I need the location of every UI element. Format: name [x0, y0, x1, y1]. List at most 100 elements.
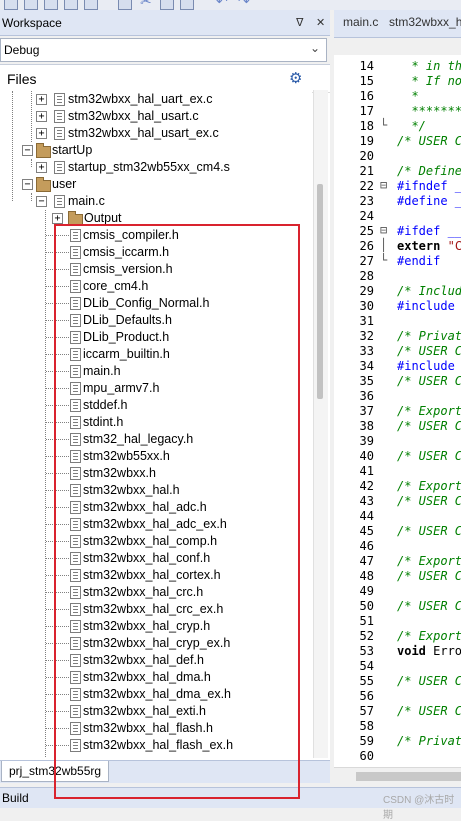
tree-file-item[interactable]: + startup_stm32wb55xx_cm4.s	[0, 159, 312, 176]
code-line: /* Privat	[397, 329, 461, 343]
fold-marker-icon[interactable]: └	[380, 253, 387, 267]
tree-file-item[interactable]: stm32wbxx_hal_exti.h	[0, 703, 312, 720]
tree-file-item[interactable]: + stm32wbxx_hal_usart_ex.c	[0, 125, 312, 142]
tree-file-item[interactable]: stm32wbxx_hal_conf.h	[0, 550, 312, 567]
watermark: CSDN @沐古时期	[383, 795, 455, 821]
tree-file-item[interactable]: stm32wbxx_hal_def.h	[0, 652, 312, 669]
scrollbar-thumb[interactable]	[317, 184, 323, 399]
tree-file-item[interactable]: DLib_Product.h	[0, 329, 312, 346]
line-number: 31	[359, 314, 374, 328]
code-editor[interactable]: 14 * in th 15 * If no 16 * 17 ******* 18 */ 1…	[334, 55, 461, 767]
tree-folder-item[interactable]: − startUp	[0, 142, 312, 159]
code-line: void Erro	[397, 644, 461, 658]
tree-file-item[interactable]: stm32wb55xx.h	[0, 448, 312, 465]
configuration-select[interactable]: Debug ⌄	[0, 38, 327, 62]
tree-file-item[interactable]: stm32wbxx_hal_cortex.h	[0, 567, 312, 584]
tree-file-item[interactable]: stm32wbxx_hal_adc_ex.h	[0, 516, 312, 533]
file-icon	[70, 552, 81, 565]
tree-file-item[interactable]: stm32wbxx_hal_cryp.h	[0, 618, 312, 635]
tree-file-item[interactable]: stm32wbxx_hal_flash.h	[0, 720, 312, 737]
gear-icon[interactable]: ⚙	[289, 69, 302, 87]
print-icon[interactable]	[118, 0, 132, 10]
file-icon	[70, 314, 81, 327]
expand-icon[interactable]: +	[52, 213, 63, 224]
tree-file-item[interactable]: stm32wbxx_hal_crc_ex.h	[0, 601, 312, 618]
tree-file-item[interactable]: − main.c	[0, 193, 312, 210]
line-number: 21	[359, 164, 374, 178]
tree-scrollbar[interactable]	[313, 90, 328, 758]
tree-file-item[interactable]: + stm32wbxx_hal_usart.c	[0, 108, 312, 125]
tab-project[interactable]: prj_stm32wb55rg	[1, 761, 110, 782]
file-icon	[70, 263, 81, 276]
collapse-icon[interactable]: −	[36, 196, 47, 207]
editor-hscrollbar[interactable]	[334, 767, 461, 786]
tree-file-item[interactable]: stm32wbxx.h	[0, 465, 312, 482]
copy-icon[interactable]	[160, 0, 174, 10]
expand-icon[interactable]: +	[36, 128, 47, 139]
tree-item-label: stm32wbxx_hal_adc_ex.h	[83, 517, 227, 531]
tree-guide-line	[46, 507, 69, 508]
code-line: /* USER Co	[397, 524, 461, 538]
file-tree[interactable]: + stm32wbxx_hal_uart_ex.c + stm32wbxx_hal_u…	[0, 90, 312, 758]
paste-icon[interactable]	[180, 0, 194, 10]
expand-icon[interactable]: +	[36, 162, 47, 173]
file-icon	[70, 722, 81, 735]
tree-file-item[interactable]: main.h	[0, 363, 312, 380]
scrollbar-thumb[interactable]	[356, 772, 461, 781]
tree-file-item[interactable]: stm32wbxx_hal_dma_ex.h	[0, 686, 312, 703]
fold-marker-icon[interactable]: ⊟	[380, 178, 387, 192]
tree-file-item[interactable]: stm32wbxx_hal_dma.h	[0, 669, 312, 686]
tree-file-item[interactable]: mpu_armv7.h	[0, 380, 312, 397]
redo-icon[interactable]: ↷	[238, 0, 250, 10]
file-icon	[70, 382, 81, 395]
tree-file-item[interactable]: cmsis_iccarm.h	[0, 244, 312, 261]
tab-main-c[interactable]: main.c	[343, 15, 378, 29]
close-icon[interactable]: ✕	[316, 16, 325, 29]
collapse-icon[interactable]: −	[22, 179, 33, 190]
tree-file-item[interactable]: stm32wbxx_hal.h	[0, 482, 312, 499]
tree-file-item[interactable]: stm32wbxx_hal_cryp_ex.h	[0, 635, 312, 652]
tree-file-item[interactable]: cmsis_version.h	[0, 261, 312, 278]
tree-file-item[interactable]: stm32_hal_legacy.h	[0, 431, 312, 448]
collapse-icon[interactable]: −	[22, 145, 33, 156]
fold-marker-icon[interactable]: ⊟	[380, 223, 387, 237]
tree-item-label: stm32wbxx_hal_crc.h	[83, 585, 204, 599]
tree-file-item[interactable]: cmsis_compiler.h	[0, 227, 312, 244]
save-icon[interactable]	[64, 0, 78, 10]
pin-icon[interactable]: ᐁ	[296, 16, 304, 29]
undo-icon[interactable]: ↶	[216, 0, 228, 10]
file-icon	[70, 280, 81, 293]
tree-file-item[interactable]: iccarm_builtin.h	[0, 346, 312, 363]
tree-file-item[interactable]: DLib_Config_Normal.h	[0, 295, 312, 312]
tree-folder-item[interactable]: + Output	[0, 210, 312, 227]
tree-file-item[interactable]: stddef.h	[0, 397, 312, 414]
tree-item-label: stm32wbxx_hal_adc.h	[83, 500, 207, 514]
fold-marker-icon[interactable]: │	[380, 238, 387, 252]
expand-icon[interactable]: +	[36, 111, 47, 122]
tree-file-item[interactable]: stm32wbxx_hal_crc.h	[0, 584, 312, 601]
code-line: /* Privat	[397, 734, 461, 748]
tree-folder-item[interactable]: − user	[0, 176, 312, 193]
code-line: /* Export	[397, 404, 461, 418]
tree-item-label: DLib_Defaults.h	[83, 313, 172, 327]
expand-icon[interactable]: +	[36, 94, 47, 105]
line-number: 38	[359, 419, 374, 433]
code-line: /* USER Co	[397, 374, 461, 388]
tree-file-item[interactable]: stm32wbxx_hal_comp.h	[0, 533, 312, 550]
fold-marker-icon[interactable]: └	[380, 118, 387, 132]
tree-file-item[interactable]: stm32wbxx_hal_adc.h	[0, 499, 312, 516]
line-number: 53	[359, 644, 374, 658]
build-label[interactable]: Build	[2, 791, 29, 805]
tab-stm32wbxx-hal[interactable]: stm32wbxx_hal	[389, 15, 461, 29]
toolbar-button-icon[interactable]	[4, 0, 18, 10]
tree-file-item[interactable]: + stm32wbxx_hal_uart_ex.c	[0, 91, 312, 108]
tree-file-item[interactable]: DLib_Defaults.h	[0, 312, 312, 329]
toolbar-button-icon[interactable]	[24, 0, 38, 10]
tree-file-item[interactable]: core_cm4.h	[0, 278, 312, 295]
toolbar-button-icon[interactable]	[44, 0, 58, 10]
cut-icon[interactable]: ✂	[140, 0, 152, 10]
tree-file-item[interactable]: stm32wbxx_hal_flash_ex.h	[0, 737, 312, 754]
code-line: /* Export	[397, 629, 461, 643]
save-all-icon[interactable]	[84, 0, 98, 10]
tree-file-item[interactable]: stdint.h	[0, 414, 312, 431]
